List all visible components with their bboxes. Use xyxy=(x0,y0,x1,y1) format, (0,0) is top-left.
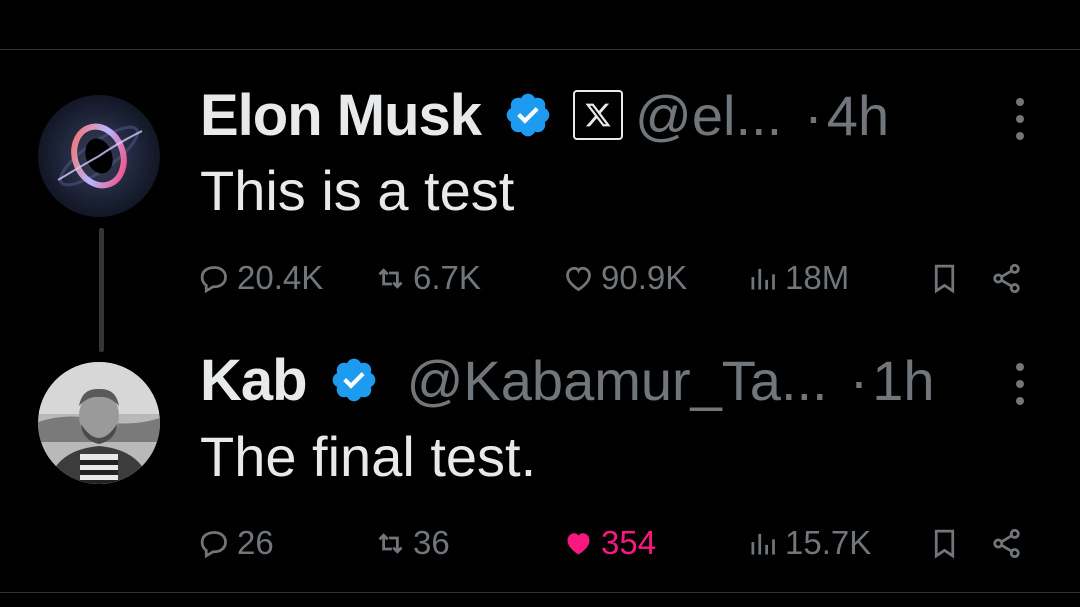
more-dot xyxy=(1016,132,1024,140)
reply-button[interactable]: 26 xyxy=(198,521,274,565)
share-icon xyxy=(993,263,1020,293)
reply-icon xyxy=(200,530,227,558)
more-dot xyxy=(1016,363,1024,371)
more-dot xyxy=(1016,380,1024,388)
views-icon xyxy=(751,533,775,554)
verified-badge-icon xyxy=(506,93,550,137)
timestamp[interactable]: 4h xyxy=(827,83,889,148)
reply-count: 26 xyxy=(237,524,274,561)
verified-badge-icon xyxy=(332,358,375,402)
bookmark-button[interactable] xyxy=(928,521,961,565)
bookmark-icon xyxy=(934,264,955,293)
tweet-text: The final test. xyxy=(200,425,537,488)
top-divider xyxy=(0,49,1080,50)
separator-dot: · xyxy=(804,83,823,147)
views-count: 18M xyxy=(785,259,850,296)
heart-icon xyxy=(566,266,591,291)
reply-count: 20.4K xyxy=(237,259,324,296)
repost-button[interactable]: 6.7K xyxy=(374,256,481,300)
repost-icon xyxy=(378,267,403,289)
views-count: 15.7K xyxy=(785,524,872,561)
share-button[interactable] xyxy=(990,256,1023,300)
more-dot xyxy=(1016,98,1024,106)
views-button[interactable]: 15.7K xyxy=(746,521,871,565)
black-hole-avatar-image xyxy=(38,95,160,217)
share-button[interactable] xyxy=(990,521,1023,565)
profile-photo-avatar-image xyxy=(38,362,160,484)
affiliate-x-badge-icon[interactable] xyxy=(573,90,624,140)
tweet-text: This is a test xyxy=(200,159,515,222)
views-icon xyxy=(751,268,775,289)
thread-line xyxy=(99,228,104,352)
like-button[interactable]: 90.9K xyxy=(562,256,687,300)
timestamp[interactable]: 1h xyxy=(872,348,934,413)
handle[interactable]: @Kabamur_Ta... xyxy=(407,348,828,413)
reply-button[interactable]: 20.4K xyxy=(198,256,323,300)
like-count: 90.9K xyxy=(601,259,688,296)
display-name[interactable]: Elon Musk xyxy=(200,82,482,149)
bottom-divider xyxy=(0,592,1080,593)
display-name[interactable]: Kab xyxy=(200,347,308,414)
more-options-icon[interactable] xyxy=(1016,98,1028,140)
views-button[interactable]: 18M xyxy=(746,256,849,300)
avatar-kab[interactable] xyxy=(38,362,160,484)
like-count: 354 xyxy=(601,524,657,561)
action-bar: 20.4K 6.7K 90.9K 18M xyxy=(198,256,1038,300)
x-logo-icon xyxy=(585,103,611,127)
repost-count: 36 xyxy=(413,524,450,561)
more-dot xyxy=(1016,397,1024,405)
heart-filled-icon xyxy=(567,532,590,554)
repost-icon xyxy=(378,532,403,554)
avatar-elon[interactable] xyxy=(38,95,160,217)
repost-count: 6.7K xyxy=(413,259,481,296)
action-bar: 26 36 354 15.7K xyxy=(198,521,1038,565)
separator-dot: · xyxy=(849,348,869,412)
tweet-header: Elon Musk @el... · 4h xyxy=(200,80,1010,150)
like-button[interactable]: 354 xyxy=(562,521,656,565)
share-icon xyxy=(993,528,1020,558)
repost-button[interactable]: 36 xyxy=(374,521,450,565)
bookmark-button[interactable] xyxy=(928,256,961,300)
more-options-icon[interactable] xyxy=(1016,363,1028,405)
tweet-header: Kab @Kabamur_Ta... · 1h xyxy=(200,345,1010,415)
handle[interactable]: @el... xyxy=(635,83,782,148)
reply-icon xyxy=(200,265,227,293)
bookmark-icon xyxy=(934,529,955,558)
more-dot xyxy=(1016,115,1024,123)
